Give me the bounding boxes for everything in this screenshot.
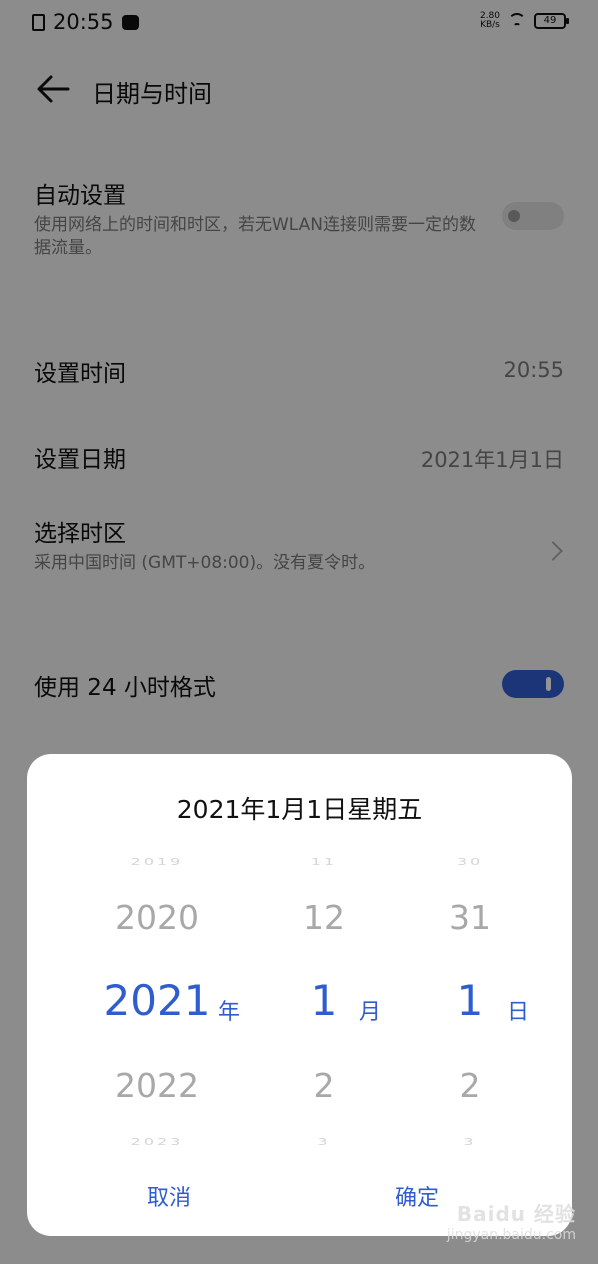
- date-picker-dialog: 2021年1月1日星期五 2019 2020 2021 2022 2023 年 …: [27, 754, 572, 1236]
- day-item[interactable]: 30: [395, 856, 545, 867]
- year-item[interactable]: 2023: [82, 1136, 232, 1147]
- confirm-button[interactable]: 确定: [395, 1180, 439, 1212]
- year-item[interactable]: 2022: [82, 1066, 232, 1105]
- month-item[interactable]: 2: [249, 1066, 399, 1105]
- day-wheel[interactable]: 30 31 1 2 3 日: [395, 844, 545, 1147]
- month-unit: 月: [359, 1000, 382, 1025]
- dialog-title: 2021年1月1日星期五: [176, 795, 423, 824]
- year-item[interactable]: 2020: [82, 898, 232, 937]
- month-item[interactable]: 3: [249, 1136, 399, 1147]
- year-item[interactable]: 2019: [82, 856, 232, 867]
- year-wheel[interactable]: 2019 2020 2021 2022 2023 年: [82, 844, 240, 1147]
- watermark-brand: Baidu 经验: [456, 1202, 576, 1226]
- cancel-button[interactable]: 取消: [147, 1180, 191, 1212]
- day-unit: 日: [507, 1000, 530, 1025]
- year-selected[interactable]: 2021: [82, 976, 232, 1025]
- year-unit: 年: [218, 1000, 241, 1025]
- watermark-url: jingyan.baidu.com: [446, 1227, 576, 1243]
- month-item[interactable]: 11: [249, 856, 399, 867]
- day-item[interactable]: 31: [395, 898, 545, 937]
- month-item[interactable]: 12: [249, 898, 399, 937]
- day-item[interactable]: 2: [395, 1066, 545, 1105]
- baidu-watermark: Baidu 经验 jingyan.baidu.com: [447, 1198, 576, 1243]
- month-wheel[interactable]: 11 12 1 2 3 月: [249, 844, 399, 1147]
- day-item[interactable]: 3: [395, 1136, 545, 1147]
